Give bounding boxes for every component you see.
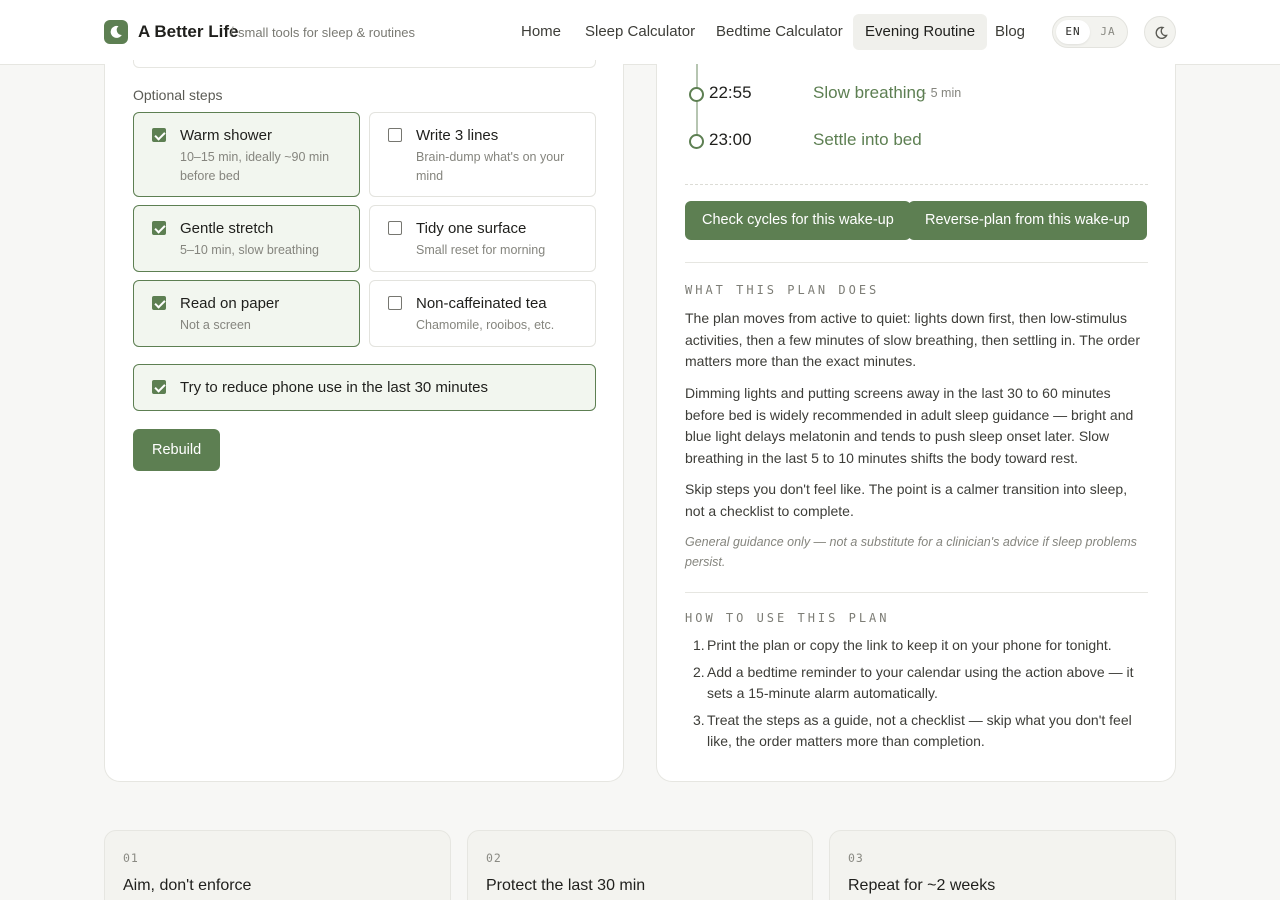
brand-separator: /: [230, 24, 234, 39]
timeline-dot: [689, 134, 704, 149]
routine-options-panel: Optional steps Warm shower 10–15 min, id…: [104, 60, 624, 782]
reverse-plan-button[interactable]: Reverse-plan from this wake-up: [908, 201, 1147, 240]
reduce-phone-option[interactable]: Try to reduce phone use in the last 30 m…: [133, 364, 596, 411]
timeline-dot: [689, 87, 704, 102]
timeline-step-label: Settle into bed: [813, 130, 922, 149]
card-title: Repeat for ~2 weeks: [848, 877, 996, 894]
step-title: Non-caffeinated tea: [416, 295, 547, 312]
timeline-time: 23:00: [709, 130, 752, 149]
step-subtitle: Small reset for morning: [416, 243, 546, 257]
plan-paragraph: Skip steps you don't feel like. The poin…: [685, 481, 1128, 519]
plan-paragraph: The plan moves from active to quiet: lig…: [685, 310, 1140, 369]
routine-plan-panel: 22:55 Slow breathing · 5 min 23:00 Settl…: [656, 64, 1176, 782]
previous-field: [133, 60, 596, 68]
card-number: 01: [123, 851, 139, 865]
divider: [685, 262, 1148, 263]
moon-icon: [1155, 26, 1168, 40]
card-title: Aim, don't enforce: [123, 877, 252, 894]
logo-moon-icon[interactable]: [104, 20, 128, 44]
step-read-on-paper[interactable]: Read on paper Not a screen: [133, 280, 360, 347]
nav-bedtime-calculator[interactable]: Bedtime Calculator: [704, 14, 855, 50]
step-title: Read on paper: [180, 295, 280, 312]
step-tidy-one-surface[interactable]: Tidy one surface Small reset for morning: [369, 205, 596, 272]
step-warm-shower[interactable]: Warm shower 10–15 min, ideally ~90 min b…: [133, 112, 360, 197]
card-title: Protect the last 30 min: [486, 877, 646, 894]
language-en[interactable]: EN: [1056, 20, 1090, 44]
optional-steps-title: Optional steps: [133, 87, 223, 103]
divider: [685, 184, 1148, 185]
timeline-time: 22:55: [709, 83, 752, 102]
checkbox-checked[interactable]: [152, 380, 166, 394]
step-subtitle: 10–15 min, ideally ~90 min before bed: [180, 150, 330, 183]
top-bar: A Better Life / small tools for sleep & …: [0, 0, 1280, 65]
step-subtitle: Not a screen: [180, 318, 251, 332]
how-to-use-heading: HOW TO USE THIS PLAN: [685, 611, 890, 625]
list-item: 1. Print the plan or copy the link to kee…: [693, 637, 1112, 653]
checkbox-unchecked[interactable]: [388, 128, 402, 142]
timeline-line: [696, 64, 698, 144]
nav-blog[interactable]: Blog: [983, 14, 1037, 50]
list-item-text: Add a bedtime reminder to your calendar …: [707, 663, 1134, 702]
how-to-list: 1. Print the plan or copy the link to kee…: [685, 635, 1148, 758]
checkbox-checked[interactable]: [152, 296, 166, 310]
checkbox-checked[interactable]: [152, 221, 166, 235]
nav-sleep-calculator[interactable]: Sleep Calculator: [573, 14, 707, 50]
theme-toggle-button[interactable]: [1144, 16, 1176, 48]
list-item: 2. Add a bedtime reminder to your calenda…: [693, 663, 1134, 702]
step-gentle-stretch[interactable]: Gentle stretch 5–10 min, slow breathing: [133, 205, 360, 272]
rebuild-button[interactable]: Rebuild: [133, 429, 221, 471]
step-write-3-lines[interactable]: Write 3 lines Brain-dump what's on your …: [369, 112, 596, 197]
list-item-text: Print the plan or copy the link to keep …: [707, 637, 1112, 653]
disclaimer-note: General guidance only — not a substitute…: [685, 535, 1137, 569]
nav-evening-routine[interactable]: Evening Routine: [853, 14, 988, 50]
checkbox-checked[interactable]: [152, 128, 166, 142]
tip-card: 01 Aim, don't enforce: [104, 830, 451, 900]
tip-card: 02 Protect the last 30 min: [467, 830, 813, 900]
tip-card: 03 Repeat for ~2 weeks: [829, 830, 1176, 900]
checkbox-unchecked[interactable]: [388, 296, 402, 310]
reduce-phone-label: Try to reduce phone use in the last 30 m…: [180, 379, 488, 396]
card-number: 03: [848, 851, 864, 865]
language-switcher: EN JA: [1052, 16, 1128, 48]
step-subtitle: Brain-dump what's on your mind: [416, 150, 565, 183]
step-non-caffeinated-tea[interactable]: Non-caffeinated tea Chamomile, rooibos, …: [369, 280, 596, 347]
card-number: 02: [486, 851, 502, 865]
step-title: Write 3 lines: [416, 127, 499, 144]
check-cycles-button[interactable]: Check cycles for this wake-up: [685, 201, 911, 240]
what-this-plan-does-heading: WHAT THIS PLAN DOES: [685, 283, 880, 297]
brand-name[interactable]: A Better Life: [138, 22, 238, 42]
nav-home[interactable]: Home: [509, 14, 573, 50]
step-title: Warm shower: [180, 127, 272, 144]
step-subtitle: Chamomile, rooibos, etc.: [416, 318, 555, 332]
list-item: 3. Treat the steps as a guide, not a chec…: [693, 711, 1132, 750]
step-title: Tidy one surface: [416, 220, 527, 237]
timeline-step-label: Slow breathing: [813, 83, 926, 102]
list-item-text: Treat the steps as a guide, not a checkl…: [707, 711, 1132, 750]
plan-paragraph: Dimming lights and putting screens away …: [685, 385, 1134, 466]
step-title: Gentle stretch: [180, 220, 274, 237]
divider: [685, 592, 1148, 593]
brand-tagline: small tools for sleep & routines: [238, 25, 416, 40]
language-ja[interactable]: JA: [1091, 20, 1125, 44]
checkbox-unchecked[interactable]: [388, 221, 402, 235]
timeline-duration: · 5 min: [923, 86, 962, 100]
step-subtitle: 5–10 min, slow breathing: [180, 243, 319, 257]
